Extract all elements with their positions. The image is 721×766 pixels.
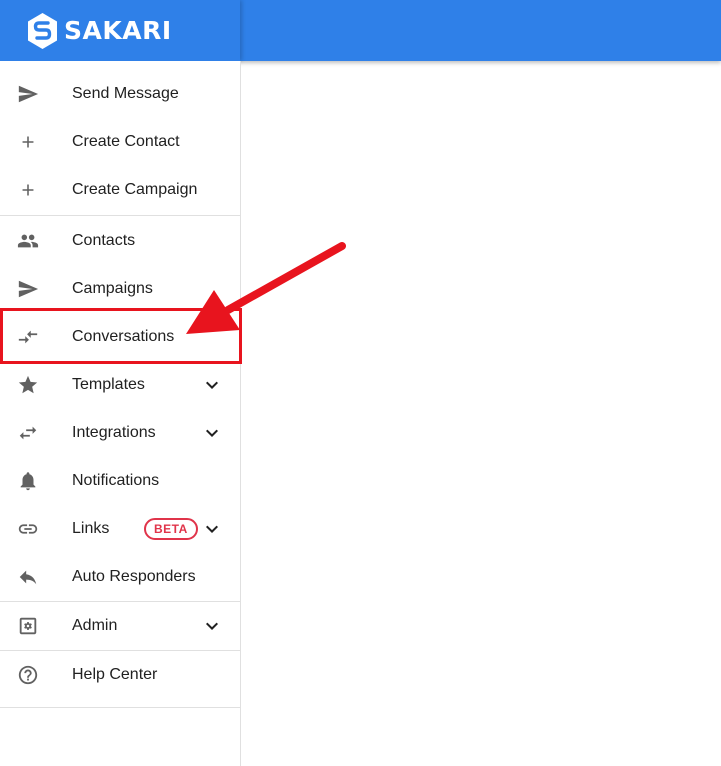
auto-responders-item[interactable]: Auto Responders <box>0 553 240 601</box>
help-center-item[interactable]: Help Center <box>0 651 240 699</box>
main-nav-section: Contacts Campaigns Conversations Templat… <box>0 216 240 602</box>
notifications-item[interactable]: Notifications <box>0 457 240 505</box>
help-circle-icon <box>16 663 40 687</box>
campaigns-item[interactable]: Campaigns <box>0 265 240 313</box>
beta-badge: BETA <box>144 518 198 540</box>
admin-label: Admin <box>72 617 118 634</box>
swap-horiz-icon <box>16 421 40 445</box>
brand-logo[interactable]: SAKARI <box>0 0 240 61</box>
send-message-item[interactable]: Send Message <box>0 70 240 118</box>
people-icon <box>16 229 40 253</box>
create-campaign-item[interactable]: Create Campaign <box>0 166 240 214</box>
plus-icon <box>16 130 40 154</box>
chevron-down-icon[interactable] <box>200 614 224 638</box>
templates-label: Templates <box>72 376 145 393</box>
conversations-item[interactable]: Conversations <box>0 313 240 361</box>
send-icon <box>16 82 40 106</box>
send-message-label: Send Message <box>72 85 179 102</box>
create-contact-item[interactable]: Create Contact <box>0 118 240 166</box>
help-section: Help Center <box>0 651 240 708</box>
compare-arrows-icon <box>16 325 40 349</box>
admin-section: Admin <box>0 602 240 651</box>
auto-responders-label: Auto Responders <box>72 568 196 585</box>
chevron-down-icon[interactable] <box>200 517 224 541</box>
plus-icon <box>16 178 40 202</box>
settings-box-icon <box>16 614 40 638</box>
sidebar: Send Message Create Contact Create Campa… <box>0 61 241 766</box>
templates-item[interactable]: Templates <box>0 361 240 409</box>
brand-name: SAKARI <box>64 16 172 45</box>
conversations-label: Conversations <box>72 328 175 345</box>
links-item[interactable]: Links BETA <box>0 505 240 553</box>
contacts-label: Contacts <box>72 232 136 249</box>
create-campaign-label: Create Campaign <box>72 181 198 198</box>
reply-icon <box>16 565 40 589</box>
star-icon <box>16 373 40 397</box>
integrations-item[interactable]: Integrations <box>0 409 240 457</box>
help-center-label: Help Center <box>72 666 158 683</box>
link-icon <box>16 517 40 541</box>
sakari-logo-icon <box>28 12 57 49</box>
send-icon <box>16 277 40 301</box>
bell-icon <box>16 469 40 493</box>
chevron-down-icon[interactable] <box>200 373 224 397</box>
quick-actions-section: Send Message Create Contact Create Campa… <box>0 61 240 216</box>
campaigns-label: Campaigns <box>72 280 153 297</box>
create-contact-label: Create Contact <box>72 133 180 150</box>
integrations-label: Integrations <box>72 424 156 441</box>
links-label: Links <box>72 520 110 537</box>
chevron-down-icon[interactable] <box>200 421 224 445</box>
contacts-item[interactable]: Contacts <box>0 217 240 265</box>
admin-item[interactable]: Admin <box>0 602 240 650</box>
notifications-label: Notifications <box>72 472 160 489</box>
